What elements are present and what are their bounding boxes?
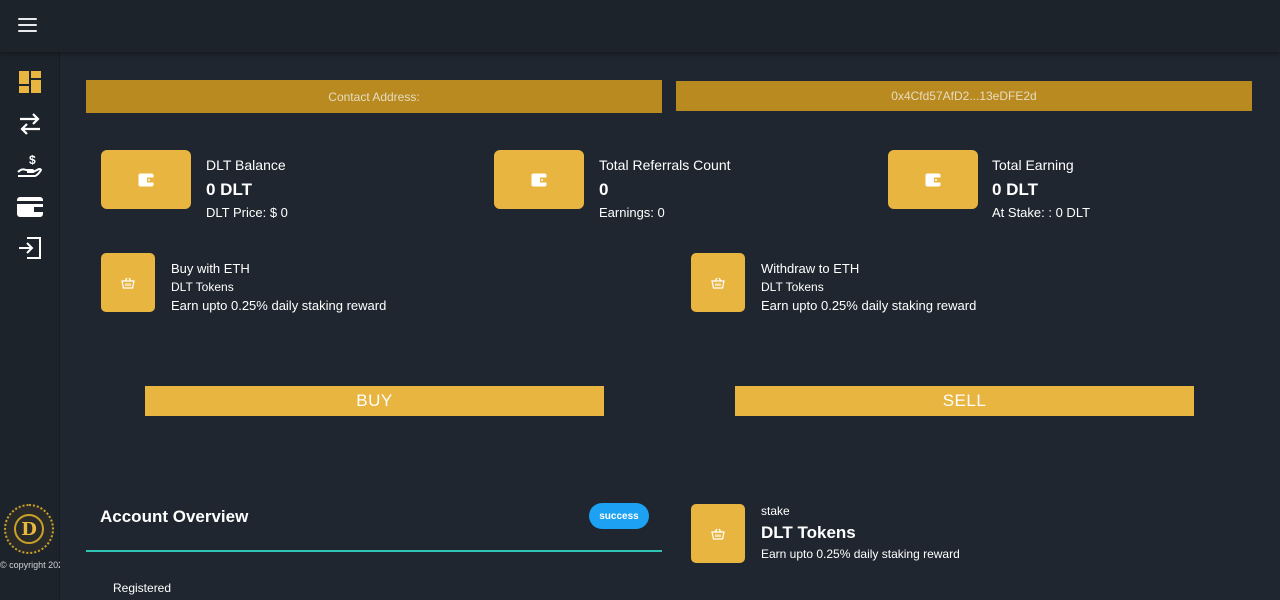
stake-tokens: DLT Tokens bbox=[761, 523, 856, 542]
stake-basket-icon bbox=[691, 504, 745, 563]
stat-title-referrals: Total Referrals Count bbox=[599, 157, 731, 173]
stat-value-referrals: 0 bbox=[599, 180, 609, 199]
stat-title-balance: DLT Balance bbox=[206, 157, 286, 173]
registered-label: Registered bbox=[113, 581, 172, 595]
top-bar bbox=[0, 0, 1280, 52]
svg-text:$: $ bbox=[29, 153, 36, 167]
status-badge: success bbox=[589, 503, 649, 529]
dashboard-icon bbox=[18, 71, 41, 93]
buy-basket-icon bbox=[101, 253, 155, 312]
sidebar-item-dashboard[interactable] bbox=[0, 62, 59, 102]
copyright-text: © copyright 2021 bbox=[0, 560, 60, 570]
buy-subtitle: DLT Tokens bbox=[171, 280, 234, 294]
stat-title-earning: Total Earning bbox=[992, 157, 1074, 173]
logout-icon bbox=[18, 237, 41, 259]
stake-label: stake bbox=[761, 504, 790, 518]
stat-sub-referrals: Earnings: 0 bbox=[599, 205, 665, 220]
contact-address-label: Contact Address: bbox=[86, 80, 662, 113]
sell-subtitle: DLT Tokens bbox=[761, 280, 824, 294]
sidebar-item-logout[interactable] bbox=[0, 228, 59, 268]
stat-sub-earning: At Stake: : 0 DLT bbox=[992, 205, 1091, 220]
buy-button[interactable]: BUY bbox=[145, 386, 604, 416]
sell-description: Earn upto 0.25% daily staking reward bbox=[761, 298, 977, 313]
stat-sub-balance: DLT Price: $ 0 bbox=[206, 205, 288, 220]
stat-value-balance: 0 DLT bbox=[206, 180, 252, 199]
hamburger-icon[interactable] bbox=[18, 18, 37, 33]
sell-basket-icon bbox=[691, 253, 745, 312]
account-overview-title: Account Overview bbox=[100, 507, 249, 526]
earning-wallet-icon bbox=[888, 150, 978, 209]
sidebar-item-stake[interactable]: $ bbox=[0, 146, 59, 186]
sell-button[interactable]: SELL bbox=[735, 386, 1194, 416]
brand-logo: D bbox=[4, 504, 54, 554]
sidebar: $ D © copyright 2021 bbox=[0, 52, 60, 600]
transfer-arrows-icon bbox=[19, 113, 40, 135]
referrals-wallet-icon bbox=[494, 150, 584, 209]
divider bbox=[86, 550, 662, 552]
stake-description: Earn upto 0.25% daily staking reward bbox=[761, 547, 960, 561]
contact-address-value[interactable]: 0x4Cfd57AfD2...13eDFE2d bbox=[676, 81, 1252, 111]
sidebar-item-transfer[interactable] bbox=[0, 104, 59, 144]
buy-description: Earn upto 0.25% daily staking reward bbox=[171, 298, 387, 313]
sidebar-item-wallet[interactable] bbox=[0, 187, 59, 227]
balance-wallet-icon bbox=[101, 150, 191, 209]
hand-dollar-icon: $ bbox=[16, 153, 42, 177]
buy-title: Buy with ETH bbox=[171, 261, 250, 276]
sell-title: Withdraw to ETH bbox=[761, 261, 860, 276]
stat-value-earning: 0 DLT bbox=[992, 180, 1038, 199]
wallet-icon bbox=[16, 197, 43, 217]
